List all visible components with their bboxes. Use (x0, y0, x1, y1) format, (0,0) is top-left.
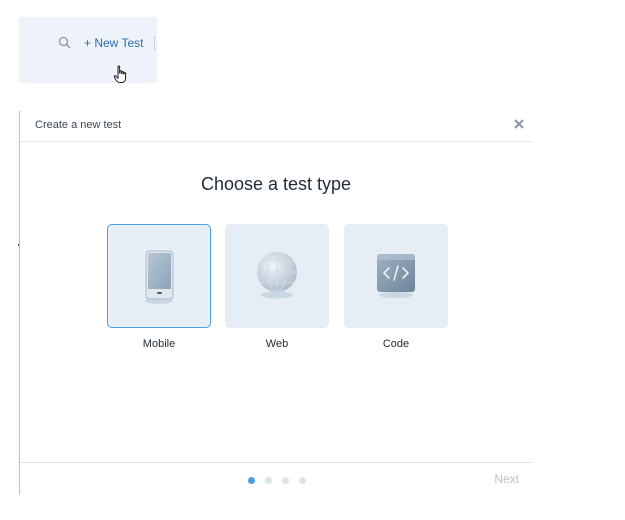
step-dot-2 (265, 477, 272, 484)
step-dot-3 (282, 477, 289, 484)
test-type-code-card[interactable] (344, 224, 448, 328)
mobile-device-icon (145, 250, 174, 304)
search-icon[interactable] (58, 36, 72, 50)
next-button[interactable]: Next (494, 472, 519, 486)
step-dot-4 (299, 477, 306, 484)
test-type-code-label: Code (382, 338, 410, 350)
create-test-dialog: Create a new test Choose a test type Mob… (19, 111, 532, 495)
test-type-mobile-label: Mobile (142, 338, 176, 350)
dialog-header: Create a new test (20, 111, 532, 142)
new-test-button[interactable]: + New Test (84, 36, 143, 50)
toolbar-divider (154, 36, 155, 50)
pointer-hand-icon (113, 65, 129, 85)
dialog-footer: Next (20, 462, 532, 496)
step-dot-1 (248, 477, 255, 484)
test-type-web-card[interactable] (225, 224, 329, 328)
top-toolbar: + New Test (19, 17, 157, 83)
test-type-web-label: Web (265, 338, 289, 350)
test-type-mobile-card[interactable] (107, 224, 211, 328)
globe-icon (257, 251, 297, 299)
close-icon[interactable] (512, 117, 526, 131)
code-icon (377, 254, 415, 298)
dialog-title: Create a new test (35, 119, 122, 131)
dialog-heading: Choose a test type (200, 174, 352, 194)
